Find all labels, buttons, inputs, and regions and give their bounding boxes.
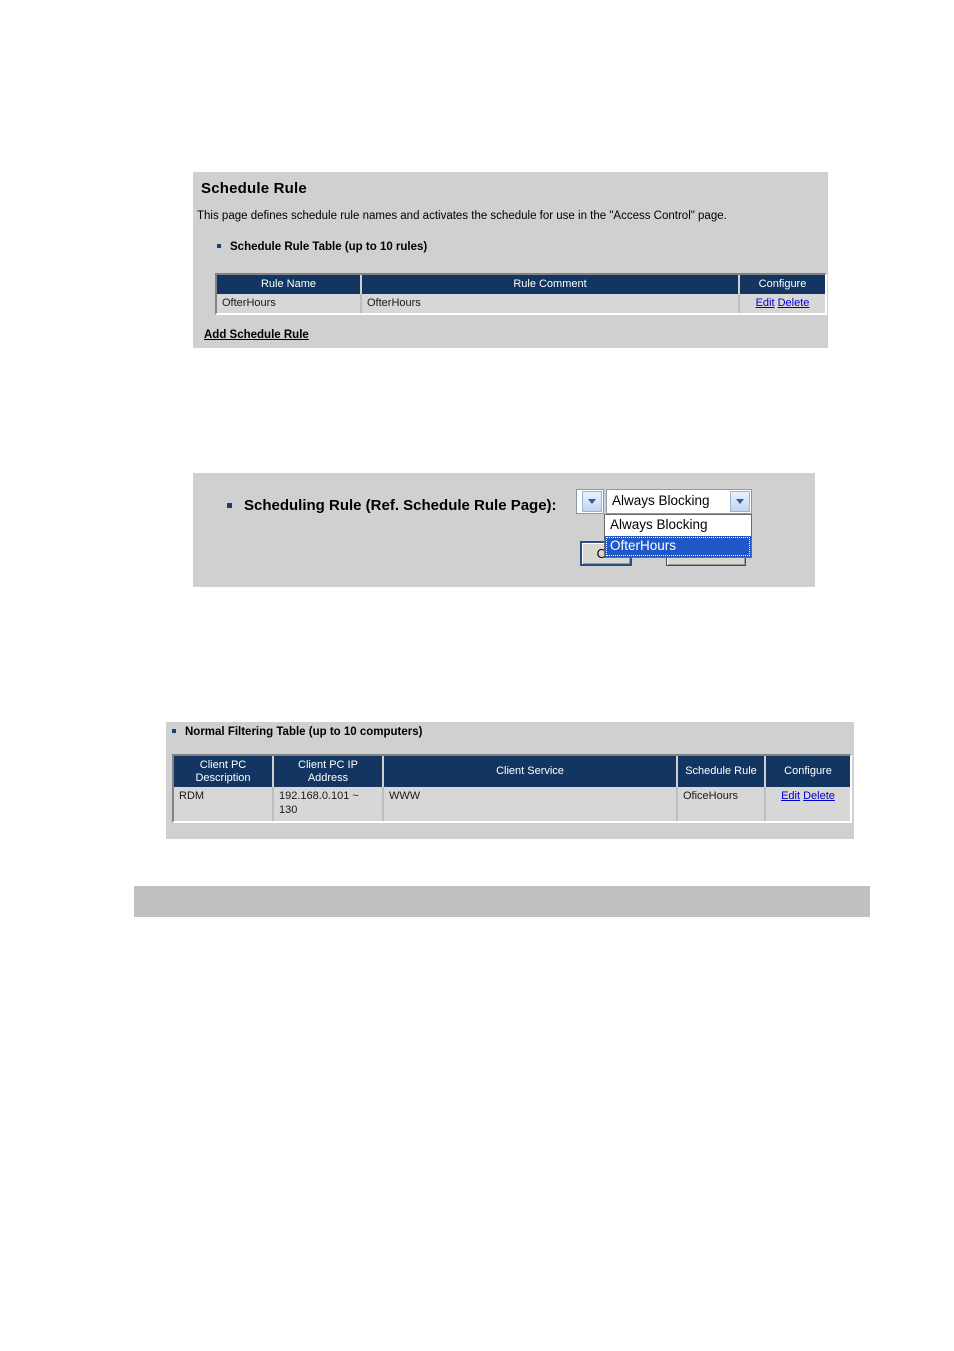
normal-filtering-panel: Normal Filtering Table (up to 10 compute… xyxy=(166,722,854,839)
edit-link[interactable]: Edit xyxy=(781,790,800,802)
scheduling-rule-label-text: Scheduling Rule (Ref. Schedule Rule Page… xyxy=(244,497,557,514)
bottom-separator-bar xyxy=(134,886,870,917)
cell-configure: Edit Delete xyxy=(740,293,825,314)
option-always-blocking[interactable]: Always Blocking xyxy=(605,515,751,536)
schedule-rule-table-wrap: Rule Name Rule Comment Configure OfterHo… xyxy=(215,273,827,316)
cell-rule-comment: OfterHours xyxy=(362,293,740,314)
column-header-configure: Configure xyxy=(740,275,825,294)
edit-link[interactable]: Edit xyxy=(756,297,775,309)
column-header-rule-name: Rule Name xyxy=(217,275,362,294)
delete-link[interactable]: Delete xyxy=(778,297,810,309)
bullet-icon xyxy=(217,243,221,248)
schedule-rule-table-caption: Schedule Rule Table (up to 10 rules) xyxy=(217,241,427,253)
scheduling-rule-option-list[interactable]: Always Blocking OfterHours xyxy=(604,514,752,559)
column-header-client-pc-ip-address: Client PC IP Address xyxy=(274,756,384,788)
column-header-rule-comment: Rule Comment xyxy=(362,275,740,294)
cell-rule-name: OfterHours xyxy=(217,293,362,314)
bullet-icon xyxy=(172,728,176,733)
cell-client-service: WWW xyxy=(384,787,678,821)
page-title: Schedule Rule xyxy=(201,180,307,197)
schedule-rule-panel: Schedule Rule This page defines schedule… xyxy=(193,172,828,348)
table-row: OfterHours OfterHours Edit Delete xyxy=(217,293,825,314)
table-header-row: Client PC Description Client PC IP Addre… xyxy=(174,756,850,788)
add-schedule-rule-link[interactable]: Add Schedule Rule xyxy=(204,329,309,341)
scheduling-rule-selected-value: Always Blocking xyxy=(612,493,710,508)
cell-configure: Edit Delete xyxy=(766,787,850,821)
table-header-row: Rule Name Rule Comment Configure xyxy=(217,275,825,294)
column-header-schedule-rule: Schedule Rule xyxy=(678,756,766,788)
normal-filtering-table: Client PC Description Client PC IP Addre… xyxy=(172,754,852,823)
cell-client-pc-description: RDM xyxy=(174,787,274,821)
bullet-icon xyxy=(227,502,232,508)
schedule-rule-table: Rule Name Rule Comment Configure OfterHo… xyxy=(215,273,827,316)
table-row: RDM 192.168.0.101 ~ 130 WWW OficeHours E… xyxy=(174,787,850,821)
normal-filtering-table-caption: Normal Filtering Table (up to 10 compute… xyxy=(172,726,422,738)
cell-schedule-rule: OficeHours xyxy=(678,787,766,821)
delete-link[interactable]: Delete xyxy=(803,790,835,802)
page-description: This page defines schedule rule names an… xyxy=(197,210,727,222)
column-header-client-pc-description: Client PC Description xyxy=(174,756,274,788)
column-header-configure: Configure xyxy=(766,756,850,788)
normal-filtering-table-wrap: Client PC Description Client PC IP Addre… xyxy=(172,754,852,823)
schedule-rule-index-select[interactable] xyxy=(576,489,604,514)
scheduling-rule-label: Scheduling Rule (Ref. Schedule Rule Page… xyxy=(227,497,557,514)
chevron-down-icon[interactable] xyxy=(582,491,602,512)
scheduling-rule-select[interactable]: Always Blocking xyxy=(606,489,752,514)
cell-client-pc-ip-address: 192.168.0.101 ~ 130 xyxy=(274,787,384,821)
schedule-rule-table-caption-label: Schedule Rule Table (up to 10 rules) xyxy=(230,241,428,253)
normal-filtering-table-caption-label: Normal Filtering Table (up to 10 compute… xyxy=(185,726,423,738)
chevron-down-icon[interactable] xyxy=(730,491,750,512)
option-ofterhours[interactable]: OfterHours xyxy=(605,536,751,558)
column-header-client-service: Client Service xyxy=(384,756,678,788)
